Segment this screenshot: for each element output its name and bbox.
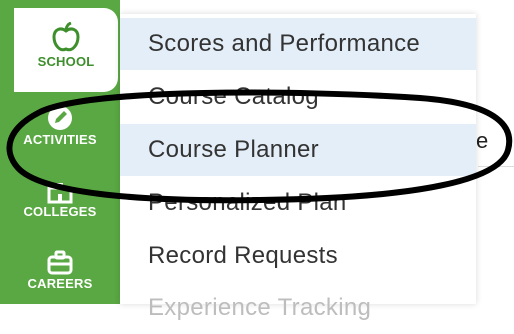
nav-label-activities: ACTIVITIES bbox=[23, 132, 97, 147]
background-divider bbox=[478, 166, 514, 167]
menu-item-record-requests[interactable]: Record Requests bbox=[120, 230, 476, 282]
pencil-icon bbox=[48, 106, 72, 130]
background-text-fragment: e bbox=[476, 128, 489, 153]
menu-item-personalized-plan[interactable]: Personalized Plan bbox=[120, 177, 476, 229]
menu-item-experience-tracking[interactable]: Experience Tracking bbox=[120, 282, 476, 334]
apple-icon bbox=[52, 22, 80, 52]
side-navigation: SCHOOL ACTIVITIES COLLEGES CAREERS bbox=[0, 0, 120, 304]
nav-label-colleges: COLLEGES bbox=[23, 204, 97, 219]
nav-label-careers: CAREERS bbox=[27, 276, 93, 291]
nav-item-activities[interactable]: ACTIVITIES bbox=[0, 104, 120, 162]
nav-item-school[interactable]: SCHOOL bbox=[14, 8, 118, 92]
menu-item-course-catalog[interactable]: Course Catalog bbox=[120, 71, 476, 123]
briefcase-icon bbox=[47, 250, 73, 275]
school-dropdown-menu: Scores and Performance Course Catalog Co… bbox=[120, 14, 476, 321]
nav-item-careers[interactable]: CAREERS bbox=[0, 250, 120, 304]
menu-item-course-planner[interactable]: Course Planner bbox=[120, 124, 476, 176]
nav-item-colleges[interactable]: COLLEGES bbox=[0, 180, 120, 232]
building-icon bbox=[47, 183, 73, 204]
menu-item-scores-and-performance[interactable]: Scores and Performance bbox=[120, 18, 476, 70]
nav-label-school: SCHOOL bbox=[37, 54, 95, 69]
